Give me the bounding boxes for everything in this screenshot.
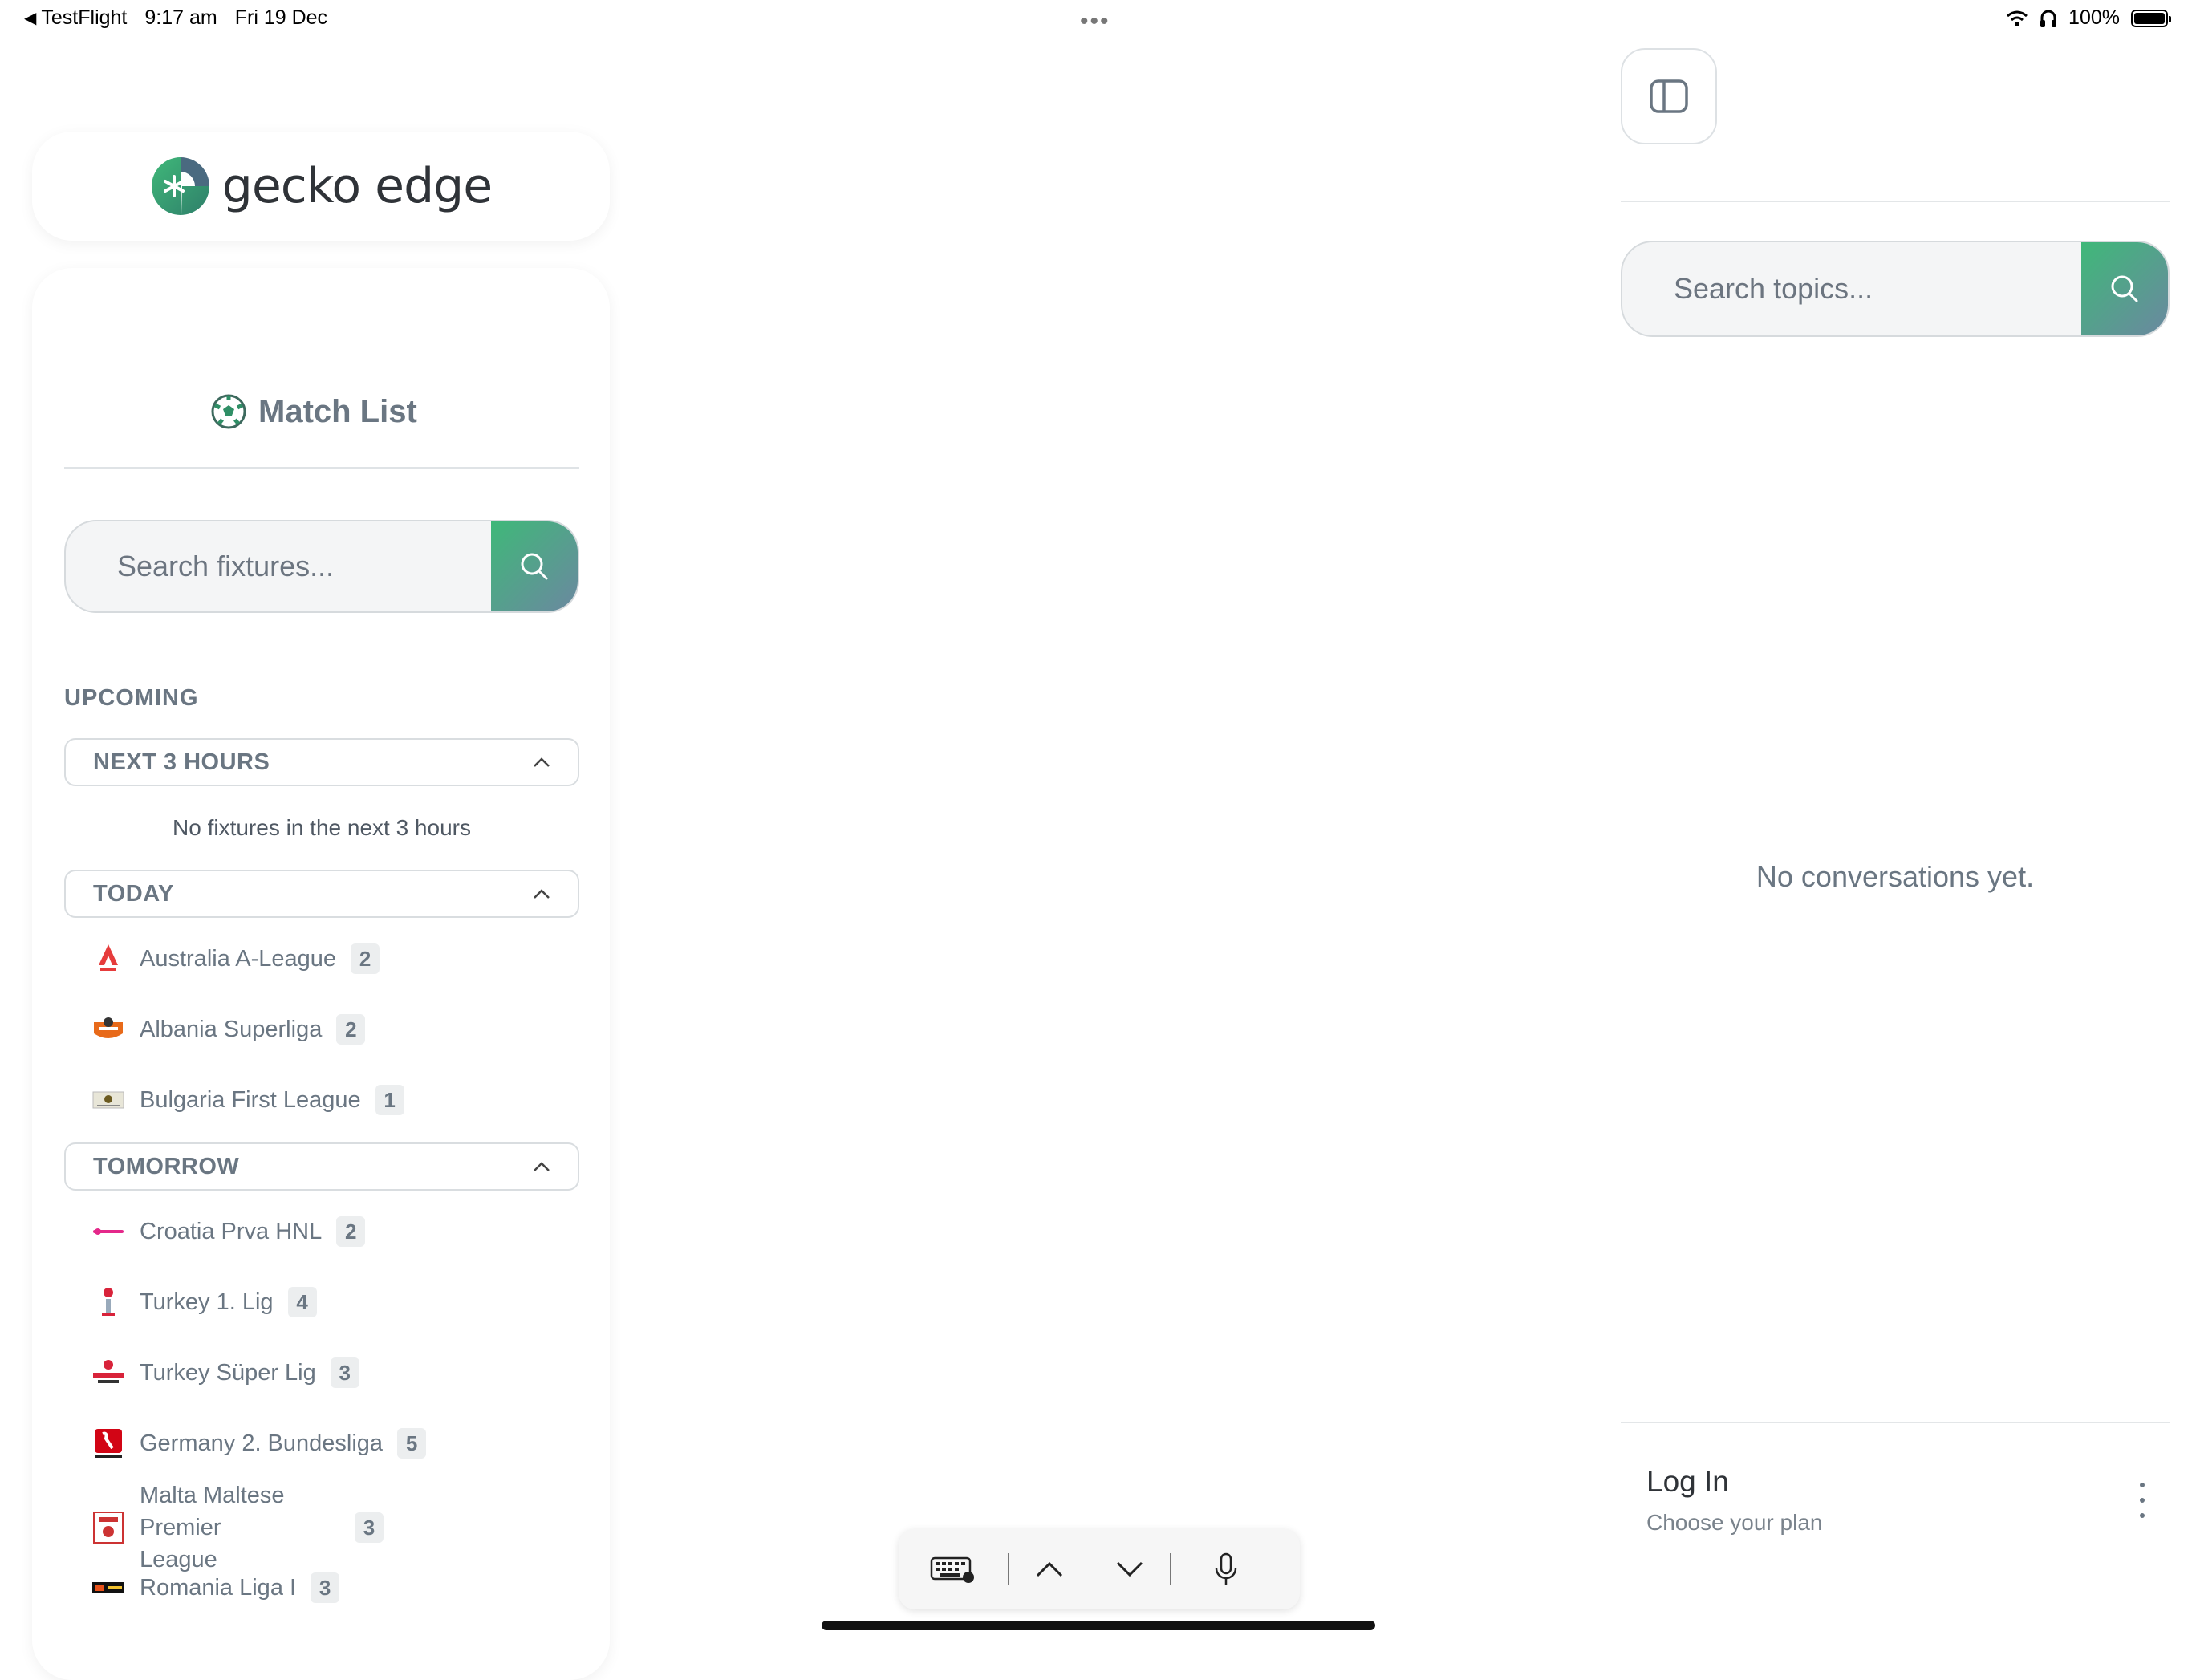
romania-liga-i-logo-icon	[91, 1571, 125, 1605]
battery-icon	[2131, 9, 2171, 27]
chevron-up-icon	[1036, 1561, 1063, 1577]
albania-superliga-logo-icon	[91, 1012, 125, 1046]
league-name: Germany 2. Bundesliga	[140, 1430, 384, 1456]
malta-premier-league-logo-icon	[91, 1511, 125, 1544]
league-item-romania-liga-i[interactable]: Romania Liga I 3	[91, 1571, 340, 1605]
topics-search-input[interactable]	[1622, 242, 2083, 335]
sidebar-toggle-button[interactable]	[1621, 48, 1717, 144]
wifi-icon	[2007, 10, 2028, 26]
league-name: Albania Superliga	[140, 1016, 323, 1042]
bulgaria-first-league-logo-icon	[91, 1083, 125, 1117]
chevron-up-icon	[534, 889, 550, 899]
home-indicator[interactable]	[822, 1621, 1375, 1630]
turkey-super-lig-logo-icon	[91, 1356, 125, 1390]
divider	[64, 467, 579, 469]
league-name: Turkey 1. Lig	[140, 1288, 274, 1315]
league-item-croatia-prva-hnl[interactable]: Croatia Prva HNL 2	[91, 1215, 366, 1248]
fixtures-search	[64, 520, 579, 613]
next-field-button[interactable]	[1090, 1529, 1170, 1609]
no-conversations-message: No conversations yet.	[1756, 860, 2035, 893]
fixture-count-badge: 2	[336, 1014, 366, 1045]
chevron-down-icon	[1116, 1561, 1143, 1577]
divider	[1621, 201, 2170, 202]
topics-search-button[interactable]	[2081, 242, 2168, 335]
chevron-up-icon	[534, 757, 550, 767]
league-name: Turkey Süper Lig	[140, 1359, 316, 1386]
group-header-tomorrow[interactable]: TOMORROW	[64, 1142, 579, 1191]
keyboard-icon	[930, 1556, 974, 1583]
login-link[interactable]: Log In	[1646, 1465, 1729, 1499]
league-name: Romania Liga I	[140, 1574, 297, 1601]
topics-search	[1621, 241, 2170, 337]
headphones-icon	[2040, 10, 2057, 27]
chevron-up-icon	[534, 1162, 550, 1171]
league-item-australia-a-league[interactable]: Australia A-League 2	[91, 942, 380, 976]
brand-header: gecko edge	[32, 132, 610, 241]
divider	[1621, 1422, 2170, 1423]
group-header-today[interactable]: TODAY	[64, 870, 579, 918]
fixture-count-badge: 3	[330, 1357, 359, 1388]
multitasking-dots-icon[interactable]: •••	[1080, 8, 1110, 35]
search-icon	[2111, 275, 2138, 302]
fixtures-search-input[interactable]	[66, 521, 494, 611]
sidebar-toggle-icon	[1650, 79, 1688, 113]
match-list-title: Match List	[210, 393, 417, 430]
group-label: NEXT 3 HOURS	[93, 749, 270, 775]
fixture-count-badge: 1	[375, 1085, 404, 1115]
australia-a-league-logo-icon	[91, 942, 125, 976]
status-time: 9:17 am	[144, 6, 217, 29]
fixture-count-badge: 5	[397, 1428, 427, 1459]
league-item-bulgaria-first-league[interactable]: Bulgaria First League 1	[91, 1083, 404, 1117]
germany-2-bundesliga-logo-icon	[91, 1426, 125, 1460]
group-label: TODAY	[93, 880, 174, 907]
fixture-count-badge: 2	[336, 1216, 366, 1247]
fixture-count-badge: 3	[311, 1572, 340, 1603]
previous-field-button[interactable]	[1009, 1529, 1090, 1609]
fixtures-search-button[interactable]	[491, 521, 578, 611]
keyboard-shortcut-bar	[899, 1529, 1300, 1609]
fixture-count-badge: 2	[351, 943, 380, 974]
no-fixtures-message: No fixtures in the next 3 hours	[173, 815, 471, 840]
brand-name: gecko edge	[221, 158, 493, 214]
keyboard-toggle-button[interactable]	[899, 1529, 1008, 1609]
league-name: Australia A-League	[140, 945, 337, 972]
microphone-icon	[1215, 1552, 1237, 1585]
league-item-turkey-super-lig[interactable]: Turkey Süper Lig 3	[91, 1356, 359, 1390]
battery-percent: 100%	[2068, 6, 2120, 29]
choose-plan-link[interactable]: Choose your plan	[1646, 1510, 1822, 1536]
group-header-next-3-hours[interactable]: NEXT 3 HOURS	[64, 738, 579, 786]
search-icon	[521, 553, 548, 580]
gecko-logo-icon	[151, 157, 209, 215]
group-label: TOMORROW	[93, 1153, 240, 1179]
upcoming-section-label: UPCOMING	[64, 685, 199, 711]
croatia-prva-hnl-logo-icon	[91, 1215, 125, 1248]
league-name-block: Malta Maltese Premier League	[140, 1479, 297, 1576]
match-list-sidebar: Match List UPCOMING NEXT 3 HOURS No fixt…	[32, 268, 610, 1680]
dictation-button[interactable]	[1171, 1529, 1281, 1609]
league-name: Croatia Prva HNL	[140, 1218, 323, 1244]
more-options-icon[interactable]	[2133, 1483, 2152, 1518]
back-arrow-icon[interactable]: ◀	[24, 8, 36, 28]
fixture-count-badge: 3	[355, 1512, 384, 1543]
status-date: Fri 19 Dec	[234, 6, 328, 29]
status-bar: ◀ TestFlight 9:17 am Fri 19 Dec ••• 100%	[0, 0, 2192, 40]
league-name-line-1: Malta Maltese Premier	[140, 1483, 285, 1540]
match-list-heading: Match List	[258, 393, 417, 429]
soccer-ball-icon	[211, 394, 246, 429]
league-item-turkey-1-lig[interactable]: Turkey 1. Lig 4	[91, 1285, 317, 1319]
league-item-albania-superliga[interactable]: Albania Superliga 2	[91, 1012, 366, 1046]
league-item-germany-2-bundesliga[interactable]: Germany 2. Bundesliga 5	[91, 1426, 427, 1460]
fixture-count-badge: 4	[287, 1287, 317, 1317]
turkey-1-lig-logo-icon	[91, 1285, 125, 1319]
league-name: Bulgaria First League	[140, 1086, 361, 1113]
league-item-malta-maltese-premier-league[interactable]: Malta Maltese Premier League 3	[91, 1479, 384, 1576]
back-app-label[interactable]: TestFlight	[41, 6, 127, 30]
